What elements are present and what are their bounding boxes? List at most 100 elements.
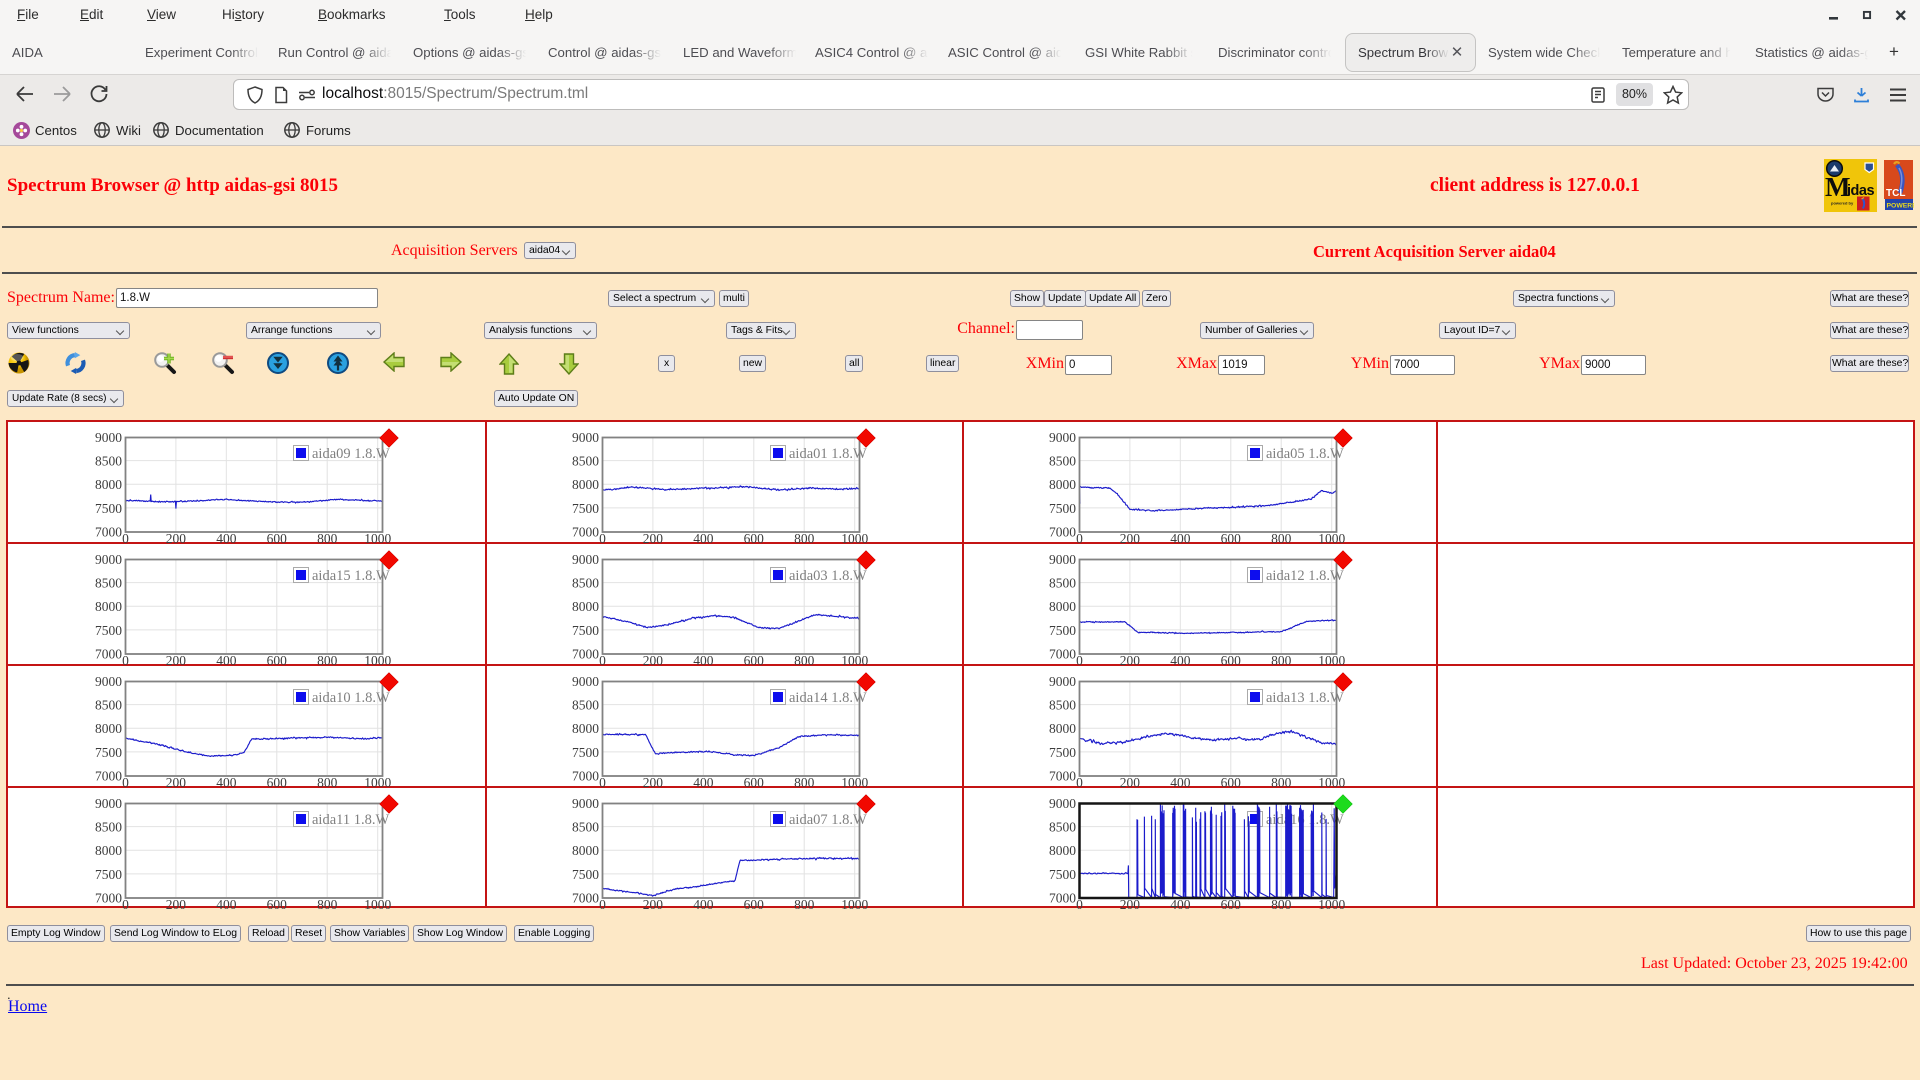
svg-text:800: 800: [317, 897, 338, 910]
svg-text:aida16 1.8.W: aida16 1.8.W: [1266, 812, 1344, 828]
svg-text:aida07 1.8.W: aida07 1.8.W: [789, 812, 867, 828]
svg-text:powered by: powered by: [1831, 201, 1854, 206]
svg-text:7000: 7000: [1049, 769, 1076, 784]
svg-text:8500: 8500: [1049, 454, 1076, 469]
svg-text:aida15 1.8.W: aida15 1.8.W: [312, 568, 390, 584]
svg-text:TCL: TCL: [1886, 188, 1905, 199]
svg-text:200: 200: [166, 897, 187, 910]
svg-text:800: 800: [317, 531, 338, 544]
svg-text:1000: 1000: [841, 897, 868, 910]
svg-text:1000: 1000: [841, 775, 868, 788]
svg-text:400: 400: [1170, 653, 1191, 666]
svg-text:8500: 8500: [1049, 698, 1076, 713]
svg-text:8500: 8500: [95, 576, 122, 591]
svg-text:8000: 8000: [572, 599, 599, 614]
svg-text:aida09 1.8.W: aida09 1.8.W: [312, 446, 390, 462]
svg-text:7000: 7000: [1049, 525, 1076, 540]
svg-text:600: 600: [1221, 531, 1242, 544]
svg-text:aida01 1.8.W: aida01 1.8.W: [789, 446, 867, 462]
svg-text:aida03 1.8.W: aida03 1.8.W: [789, 568, 867, 584]
svg-text:8000: 8000: [95, 721, 122, 736]
svg-text:600: 600: [744, 897, 765, 910]
svg-text:7000: 7000: [95, 891, 122, 906]
svg-text:600: 600: [267, 775, 288, 788]
svg-text:800: 800: [317, 653, 338, 666]
svg-text:8000: 8000: [95, 843, 122, 858]
svg-text:8000: 8000: [95, 477, 122, 492]
svg-text:7500: 7500: [572, 501, 599, 516]
svg-text:aida11 1.8.W: aida11 1.8.W: [312, 812, 389, 828]
svg-text:1000: 1000: [1318, 653, 1345, 666]
svg-text:9000: 9000: [572, 552, 599, 567]
svg-text:7500: 7500: [95, 623, 122, 638]
svg-text:7500: 7500: [95, 867, 122, 882]
svg-text:9000: 9000: [572, 674, 599, 689]
svg-text:7000: 7000: [572, 525, 599, 540]
svg-text:200: 200: [643, 775, 664, 788]
svg-text:0: 0: [122, 775, 129, 788]
svg-text:8500: 8500: [572, 576, 599, 591]
svg-text:8000: 8000: [572, 721, 599, 736]
svg-text:7500: 7500: [95, 501, 122, 516]
svg-text:400: 400: [216, 531, 237, 544]
svg-text:200: 200: [643, 531, 664, 544]
svg-text:800: 800: [317, 775, 338, 788]
svg-text:aida14 1.8.W: aida14 1.8.W: [789, 690, 867, 706]
svg-text:8000: 8000: [1049, 721, 1076, 736]
svg-text:1000: 1000: [1318, 775, 1345, 788]
svg-text:200: 200: [166, 775, 187, 788]
svg-text:aida10 1.8.W: aida10 1.8.W: [312, 690, 390, 706]
svg-text:1000: 1000: [364, 531, 391, 544]
svg-text:7000: 7000: [95, 525, 122, 540]
svg-text:200: 200: [166, 653, 187, 666]
svg-text:9000: 9000: [1049, 674, 1076, 689]
svg-text:400: 400: [216, 653, 237, 666]
svg-text:0: 0: [599, 897, 606, 910]
svg-text:7500: 7500: [95, 745, 122, 760]
svg-text:200: 200: [166, 531, 187, 544]
svg-text:600: 600: [744, 653, 765, 666]
svg-text:9000: 9000: [1049, 552, 1076, 567]
svg-text:0: 0: [599, 653, 606, 666]
svg-text:200: 200: [1120, 775, 1141, 788]
svg-text:200: 200: [643, 897, 664, 910]
svg-text:800: 800: [1271, 653, 1292, 666]
svg-text:1000: 1000: [841, 653, 868, 666]
svg-text:7000: 7000: [572, 769, 599, 784]
svg-text:8000: 8000: [1049, 477, 1076, 492]
svg-text:7500: 7500: [1049, 745, 1076, 760]
svg-text:200: 200: [1120, 531, 1141, 544]
svg-text:0: 0: [122, 653, 129, 666]
svg-text:600: 600: [744, 531, 765, 544]
svg-text:600: 600: [1221, 653, 1242, 666]
svg-text:8500: 8500: [1049, 576, 1076, 591]
svg-text:aida13 1.8.W: aida13 1.8.W: [1266, 690, 1344, 706]
svg-text:0: 0: [122, 897, 129, 910]
svg-text:400: 400: [216, 897, 237, 910]
svg-text:7000: 7000: [95, 647, 122, 662]
svg-text:9000: 9000: [1049, 430, 1076, 445]
svg-text:9000: 9000: [1049, 796, 1076, 811]
svg-text:400: 400: [693, 897, 714, 910]
svg-text:200: 200: [1120, 653, 1141, 666]
svg-text:9000: 9000: [572, 430, 599, 445]
svg-text:400: 400: [1170, 775, 1191, 788]
svg-text:9000: 9000: [95, 796, 122, 811]
svg-text:800: 800: [794, 897, 815, 910]
svg-text:9000: 9000: [95, 674, 122, 689]
svg-text:200: 200: [643, 653, 664, 666]
svg-text:800: 800: [1271, 775, 1292, 788]
svg-text:9000: 9000: [95, 430, 122, 445]
svg-text:1000: 1000: [364, 897, 391, 910]
svg-text:aida12 1.8.W: aida12 1.8.W: [1266, 568, 1344, 584]
svg-text:7500: 7500: [1049, 501, 1076, 516]
svg-text:7500: 7500: [1049, 623, 1076, 638]
svg-text:8000: 8000: [572, 843, 599, 858]
svg-text:0: 0: [1076, 531, 1083, 544]
svg-text:7500: 7500: [572, 867, 599, 882]
svg-text:400: 400: [693, 775, 714, 788]
svg-text:400: 400: [693, 531, 714, 544]
svg-text:1000: 1000: [841, 531, 868, 544]
svg-text:800: 800: [794, 531, 815, 544]
svg-text:7000: 7000: [1049, 891, 1076, 906]
